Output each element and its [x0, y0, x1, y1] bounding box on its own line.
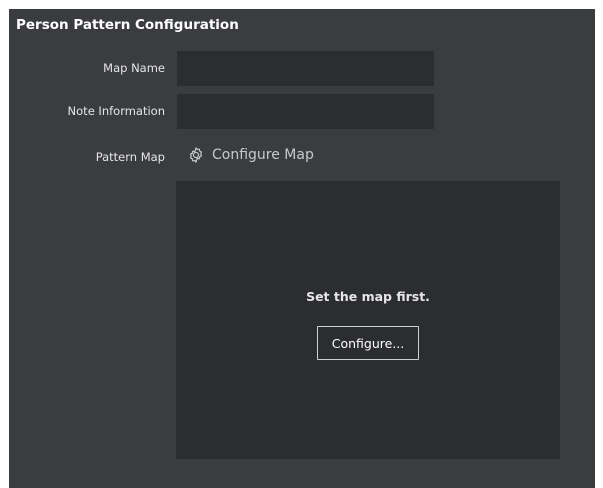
- pattern-map-label: Pattern Map: [95, 150, 165, 164]
- person-pattern-config-panel: Person Pattern Configuration Map Name No…: [9, 9, 595, 488]
- map-name-label: Map Name: [103, 61, 165, 75]
- gear-icon: [187, 146, 205, 164]
- map-name-input[interactable]: [177, 51, 434, 86]
- map-empty-message: Set the map first.: [306, 289, 430, 304]
- configure-button[interactable]: Configure...: [317, 326, 419, 360]
- map-preview-area: Set the map first. Configure...: [176, 181, 560, 459]
- panel-title: Person Pattern Configuration: [16, 17, 239, 33]
- note-information-input[interactable]: [177, 94, 434, 129]
- configure-map-link[interactable]: Configure Map: [187, 146, 314, 164]
- note-information-label: Note Information: [67, 104, 165, 118]
- configure-map-label: Configure Map: [212, 147, 314, 163]
